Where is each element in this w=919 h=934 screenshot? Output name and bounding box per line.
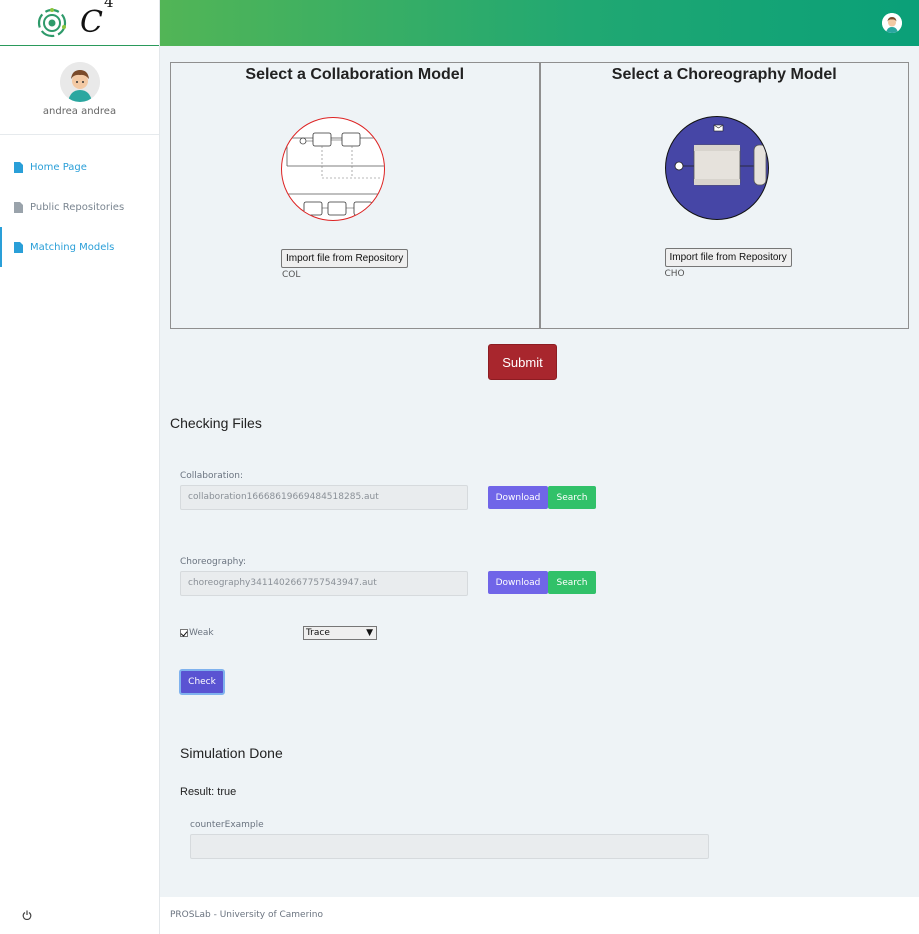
counter-example-field[interactable] (190, 834, 709, 859)
model-selection-panels: Select a Collaboration Model Import file… (170, 62, 909, 329)
header-avatar[interactable] (882, 13, 902, 33)
sidebar-item-label: Home Page (30, 161, 87, 173)
check-button[interactable]: Check (179, 669, 225, 695)
top-header (160, 0, 919, 46)
collaboration-panel-title: Select a Collaboration Model (245, 66, 465, 83)
weak-label: Weak (189, 628, 214, 638)
equivalence-select[interactable]: Trace ▼ (303, 626, 377, 640)
document-icon (14, 161, 23, 173)
choreography-search-button[interactable]: Search (548, 571, 596, 594)
choreography-file-field[interactable]: choreography3411402667757543947.aut (180, 571, 468, 596)
footer: PROSLab - University of Camerino (160, 897, 919, 934)
user-avatar-icon (882, 13, 902, 33)
collaboration-model-thumbnail[interactable] (281, 117, 385, 221)
result-text: Result: true (180, 786, 237, 798)
choreography-model-thumbnail[interactable] (664, 116, 769, 220)
checking-files-title: Checking Files (170, 415, 262, 431)
collaboration-tag: COL (282, 270, 301, 280)
sidebar-item-matching-models[interactable]: Matching Models (0, 227, 159, 267)
user-profile: andrea andrea (0, 46, 159, 135)
sidebar-item-label: Public Repositories (30, 201, 125, 213)
counter-example-label: counterExample (190, 820, 264, 830)
sidebar-nav: Home Page Public Repositories Matching M… (0, 147, 159, 267)
choreography-panel-title: Select a Choreography Model (611, 66, 837, 83)
sidebar-item-label: Matching Models (30, 241, 115, 253)
collaboration-field-label: Collaboration: (180, 471, 244, 481)
collaboration-panel: Select a Collaboration Model Import file… (170, 62, 540, 329)
collaboration-search-button[interactable]: Search (548, 486, 596, 509)
submit-button[interactable]: Submit (488, 344, 557, 380)
main-content: Select a Collaboration Model Import file… (160, 46, 919, 897)
user-avatar-icon (59, 62, 100, 102)
import-choreography-button[interactable]: Import file from Repository (664, 248, 792, 267)
power-icon[interactable] (22, 910, 32, 920)
weak-option: Weak (180, 628, 214, 638)
collaboration-download-button[interactable]: Download (488, 486, 548, 509)
weak-checkbox[interactable] (180, 629, 188, 637)
equivalence-selected-value: Trace (306, 628, 330, 638)
user-name: andrea andrea (42, 106, 117, 117)
simulation-title: Simulation Done (180, 745, 283, 761)
document-icon (14, 201, 23, 213)
logo-text: C4 (80, 0, 114, 40)
collaboration-file-field[interactable]: collaboration16668619669484518285.aut (180, 485, 468, 510)
logo-bar: C4 (0, 0, 159, 46)
sidebar: C4 andrea andrea Home Page Public Reposi… (0, 0, 160, 934)
import-collaboration-button[interactable]: Import file from Repository (281, 249, 409, 268)
choreography-tag: CHO (664, 269, 685, 279)
sidebar-item-public-repositories[interactable]: Public Repositories (0, 187, 159, 227)
chevron-down-icon: ▼ (366, 628, 373, 638)
c4-logo-icon (37, 7, 67, 37)
collaboration-diagram-icon (286, 132, 384, 216)
choreography-field-label: Choreography: (180, 557, 247, 567)
choreography-download-button[interactable]: Download (488, 571, 548, 594)
avatar[interactable] (59, 62, 100, 102)
choreography-diagram-icon (674, 124, 766, 186)
document-icon (14, 241, 23, 253)
choreography-panel: Select a Choreography Model Import file … (539, 62, 909, 329)
sidebar-item-home[interactable]: Home Page (0, 147, 159, 187)
